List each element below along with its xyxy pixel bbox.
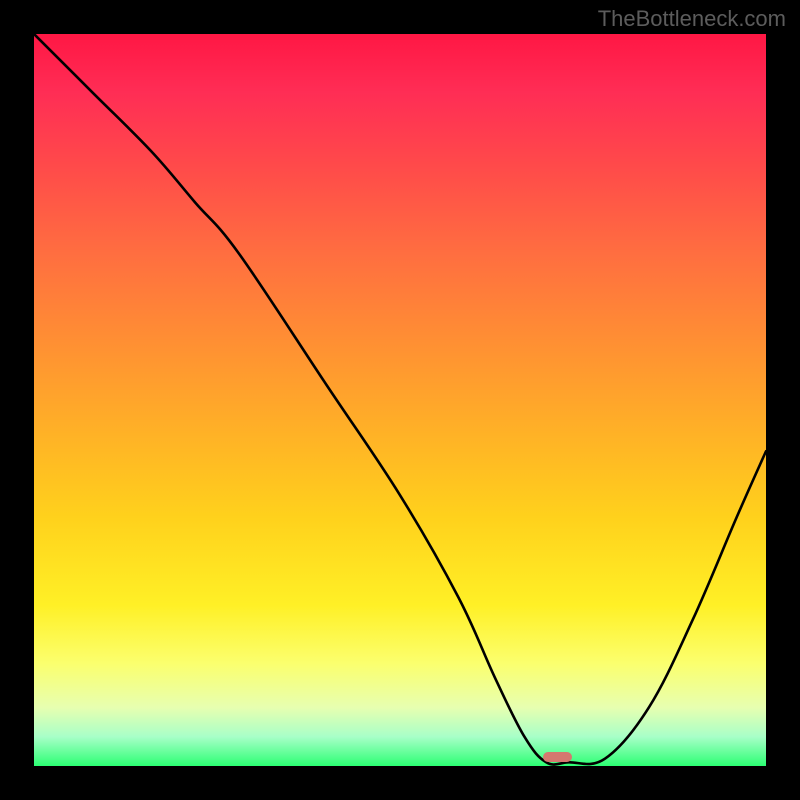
optimum-marker [543, 752, 572, 762]
curve-layer [34, 34, 766, 766]
plot-area [34, 34, 766, 766]
watermark-label: TheBottleneck.com [598, 6, 786, 32]
chart-container: TheBottleneck.com [0, 0, 800, 800]
bottleneck-curve [34, 34, 766, 765]
